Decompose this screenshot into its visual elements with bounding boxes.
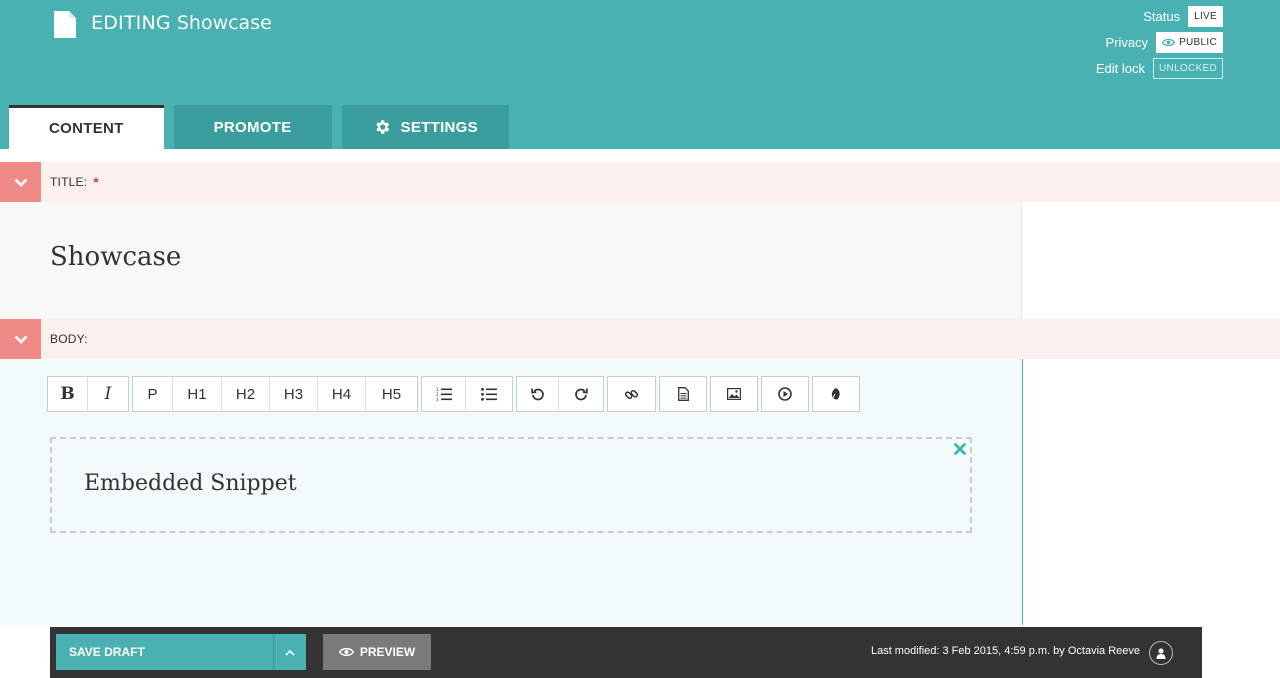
- preview-label: PREVIEW: [359, 645, 416, 659]
- avatar[interactable]: [1149, 641, 1173, 665]
- save-draft-button[interactable]: SAVE DRAFT: [56, 634, 306, 670]
- redo-button[interactable]: [559, 377, 603, 411]
- page-title: EDITING Showcase: [91, 11, 272, 35]
- title-input[interactable]: Showcase: [50, 242, 181, 272]
- required-mark: *: [93, 174, 99, 190]
- action-footer: SAVE DRAFT PREVIEW Last modified: 3 Feb …: [50, 627, 1202, 678]
- link-icon: [624, 389, 639, 399]
- ordered-list-icon: 1 2 3: [436, 387, 452, 401]
- title-collapse-button[interactable]: [0, 162, 41, 202]
- snippet-icon: [830, 388, 840, 401]
- h4-button[interactable]: H4: [318, 377, 366, 411]
- ordered-list-button[interactable]: 1 2 3: [422, 377, 466, 411]
- body-field-header: BODY:: [0, 319, 1280, 359]
- h2-button[interactable]: H2: [222, 377, 270, 411]
- save-draft-label: SAVE DRAFT: [69, 645, 145, 659]
- title-label: TITLE:: [50, 175, 88, 189]
- chevron-down-icon: [14, 178, 27, 187]
- tab-settings-label: SETTINGS: [400, 118, 478, 136]
- title-input-area[interactable]: Showcase: [0, 202, 1022, 319]
- rich-text-toolbar: B I P H1 H2 H3 H4 H5 1 2 3: [47, 376, 860, 412]
- media-icon: [778, 387, 792, 401]
- eye-icon: [338, 647, 354, 657]
- body-collapse-button[interactable]: [0, 319, 41, 359]
- body-label: BODY:: [50, 332, 88, 346]
- unordered-list-button[interactable]: [466, 377, 512, 411]
- paragraph-button[interactable]: P: [133, 377, 173, 411]
- snippet-title: Embedded Snippet: [84, 471, 297, 496]
- image-button[interactable]: [711, 377, 757, 411]
- toolbar-group-media: [761, 376, 809, 412]
- tab-settings[interactable]: SETTINGS: [341, 105, 509, 149]
- last-modified-text: Last modified: 3 Feb 2015, 4:59 p.m. by …: [870, 645, 1140, 657]
- preview-button[interactable]: PREVIEW: [323, 634, 431, 670]
- toolbar-group-link: [607, 376, 656, 412]
- italic-button[interactable]: I: [88, 377, 128, 411]
- edit-lock-badge[interactable]: UNLOCKED: [1153, 58, 1223, 79]
- eye-icon: [1162, 38, 1176, 47]
- toolbar-group-blocks: P H1 H2 H3 H4 H5: [132, 376, 418, 412]
- body-editor[interactable]: B I P H1 H2 H3 H4 H5 1 2 3 Embedded Snip…: [0, 359, 1023, 625]
- tab-content-label: CONTENT: [49, 120, 124, 137]
- chevron-up-icon: [285, 649, 295, 656]
- media-button[interactable]: [762, 377, 808, 411]
- tab-promote-label: PROMOTE: [213, 118, 292, 136]
- page-header: EDITING Showcase Status LIVE Privacy PUB…: [0, 0, 1280, 149]
- edit-lock-row: Edit lock UNLOCKED: [1085, 58, 1223, 79]
- toolbar-group-lists: 1 2 3: [421, 376, 513, 412]
- embedded-snippet-block[interactable]: Embedded Snippet: [50, 437, 972, 533]
- document-icon: [677, 387, 689, 401]
- privacy-badge[interactable]: PUBLIC: [1156, 32, 1223, 53]
- h5-button[interactable]: H5: [366, 377, 417, 411]
- status-row: Status LIVE: [1120, 6, 1223, 27]
- close-icon[interactable]: [953, 442, 967, 456]
- editing-label: EDITING: [91, 12, 171, 34]
- snippet-button[interactable]: [813, 377, 859, 411]
- edit-lock-label: Edit lock: [1095, 61, 1146, 76]
- privacy-value: PUBLIC: [1179, 37, 1217, 48]
- chevron-down-icon: [14, 335, 27, 344]
- bold-button[interactable]: B: [48, 377, 88, 411]
- page-name: Showcase: [176, 12, 272, 34]
- h3-button[interactable]: H3: [270, 377, 318, 411]
- save-options-toggle[interactable]: [273, 634, 306, 670]
- status-badge[interactable]: LIVE: [1188, 6, 1223, 27]
- svg-text:3: 3: [436, 397, 439, 401]
- toolbar-group-history: [516, 376, 604, 412]
- toolbar-group-image: [710, 376, 758, 412]
- undo-button[interactable]: [517, 377, 559, 411]
- h1-button[interactable]: H1: [173, 377, 222, 411]
- unordered-list-icon: [481, 387, 497, 401]
- privacy-row: Privacy PUBLIC: [1088, 32, 1223, 53]
- image-icon: [727, 388, 741, 400]
- redo-icon: [575, 388, 588, 401]
- toolbar-group-snippet: [812, 376, 860, 412]
- toolbar-group-document: [659, 376, 707, 412]
- title-field-header: TITLE: *: [0, 162, 1280, 202]
- link-button[interactable]: [608, 377, 655, 411]
- tab-content[interactable]: CONTENT: [9, 105, 164, 149]
- gear-icon: [375, 120, 389, 134]
- page-icon: [54, 11, 76, 38]
- user-icon: [1156, 648, 1166, 659]
- status-label: Status: [1143, 9, 1181, 24]
- privacy-label: Privacy: [1105, 35, 1149, 50]
- undo-icon: [530, 388, 544, 401]
- tab-promote[interactable]: PROMOTE: [173, 105, 332, 149]
- toolbar-group-format: B I: [47, 376, 129, 412]
- tab-bar: CONTENT PROMOTE SETTINGS: [9, 105, 509, 149]
- document-button[interactable]: [660, 377, 706, 411]
